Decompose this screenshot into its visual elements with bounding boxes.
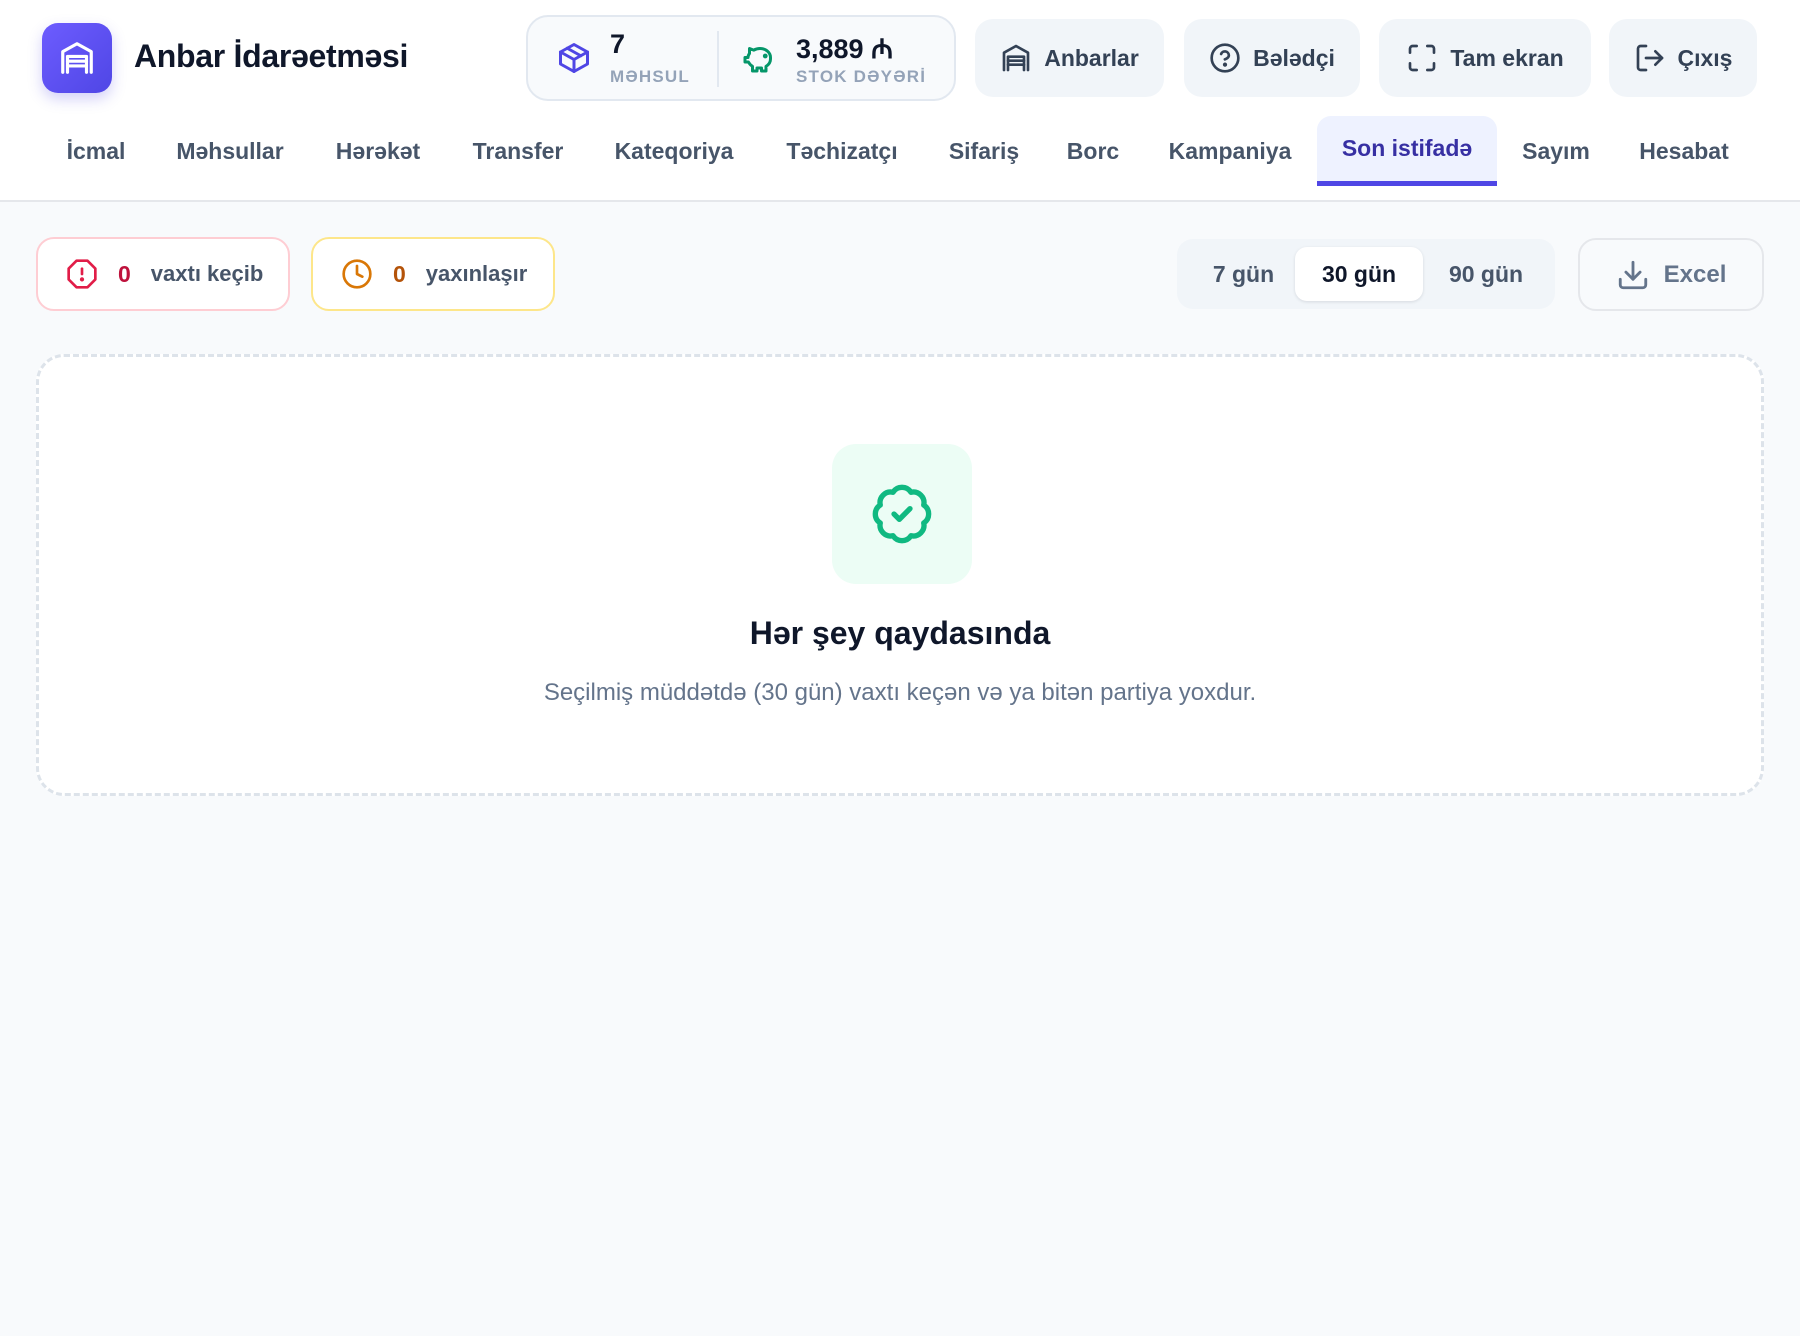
tab-sayim[interactable]: Sayım bbox=[1506, 116, 1606, 186]
approaching-count: 0 bbox=[393, 260, 406, 287]
tab-icmal[interactable]: İcmal bbox=[46, 116, 146, 186]
app-title: Anbar İdarəetməsi bbox=[134, 38, 409, 74]
warehouse-icon bbox=[1002, 44, 1030, 72]
empty-state: Hər şey qaydasında Seçilmiş müddətdə (30… bbox=[36, 354, 1764, 796]
tab-borc[interactable]: Borc bbox=[1050, 116, 1136, 186]
tab-transfer[interactable]: Transfer bbox=[454, 116, 582, 186]
period-selector: 7 gün 30 gün 90 gün bbox=[1177, 239, 1555, 309]
warehouses-label: Anbarlar bbox=[1044, 44, 1139, 71]
warehouse-icon bbox=[61, 42, 93, 74]
tab-techizatci[interactable]: Təchizatçı bbox=[766, 116, 918, 186]
tab-kateqoriya[interactable]: Kateqoriya bbox=[598, 116, 750, 186]
tab-son-istifade[interactable]: Son istifadə bbox=[1317, 116, 1497, 186]
app-header: Anbar İdarəetməsi 7 MƏHSUL 3,889 ₼ STOK … bbox=[0, 0, 1800, 202]
tab-kampaniya[interactable]: Kampaniya bbox=[1152, 116, 1308, 186]
guide-button[interactable]: Bələdçi bbox=[1184, 19, 1360, 97]
tab-sifaris[interactable]: Sifariş bbox=[934, 116, 1034, 186]
fullscreen-button[interactable]: Tam ekran bbox=[1379, 19, 1591, 97]
expired-filter-chip[interactable]: 0 vaxtı keçib bbox=[36, 237, 290, 311]
products-label: MƏHSUL bbox=[610, 67, 690, 86]
piggy-bank-icon bbox=[743, 47, 772, 73]
period-30-days[interactable]: 30 gün bbox=[1295, 247, 1423, 301]
download-icon bbox=[1618, 260, 1647, 289]
tab-hesabat[interactable]: Hesabat bbox=[1622, 116, 1746, 186]
help-circle-icon bbox=[1210, 43, 1240, 73]
box-icon bbox=[559, 43, 589, 73]
guide-label: Bələdçi bbox=[1253, 44, 1335, 71]
fullscreen-label: Tam ekran bbox=[1450, 44, 1564, 71]
warehouses-button[interactable]: Anbarlar bbox=[975, 19, 1164, 97]
period-90-days[interactable]: 90 gün bbox=[1427, 247, 1545, 301]
logout-icon bbox=[1636, 44, 1663, 72]
main-tabs: İcmal Məhsullar Hərəkət Transfer Kateqor… bbox=[0, 116, 1800, 202]
clock-icon bbox=[342, 259, 372, 289]
empty-state-title: Hər şey qaydasında bbox=[749, 615, 1051, 651]
expired-label: vaxtı keçib bbox=[150, 261, 264, 286]
tab-hereket[interactable]: Hərəkət bbox=[318, 116, 438, 186]
alert-octagon-icon bbox=[67, 259, 97, 289]
empty-state-message: Seçilmiş müddətdə (30 gün) vaxtı keçən v… bbox=[543, 679, 1257, 706]
stock-value: 3,889 ₼ bbox=[796, 34, 893, 64]
badge-check-icon bbox=[872, 484, 932, 544]
stock-label: STOK DƏYƏRİ bbox=[796, 67, 927, 86]
excel-label: Excel bbox=[1663, 260, 1727, 288]
approaching-label: yaxınlaşır bbox=[425, 261, 528, 286]
stats-summary: 7 MƏHSUL 3,889 ₼ STOK DƏYƏRİ bbox=[526, 15, 956, 101]
period-7-days[interactable]: 7 gün bbox=[1187, 247, 1300, 301]
fullscreen-icon bbox=[1408, 44, 1436, 72]
logout-button[interactable]: Çıxış bbox=[1609, 19, 1757, 97]
stats-divider bbox=[717, 31, 719, 87]
expired-count: 0 bbox=[118, 260, 131, 287]
approaching-filter-chip[interactable]: 0 yaxınlaşır bbox=[311, 237, 555, 311]
app-logo[interactable] bbox=[42, 23, 112, 93]
tab-mehsullar[interactable]: Məhsullar bbox=[158, 116, 302, 186]
products-count: 7 bbox=[610, 29, 626, 59]
logout-label: Çıxış bbox=[1677, 44, 1733, 71]
excel-export-button[interactable]: Excel bbox=[1578, 238, 1764, 311]
empty-state-icon-box bbox=[832, 444, 972, 584]
